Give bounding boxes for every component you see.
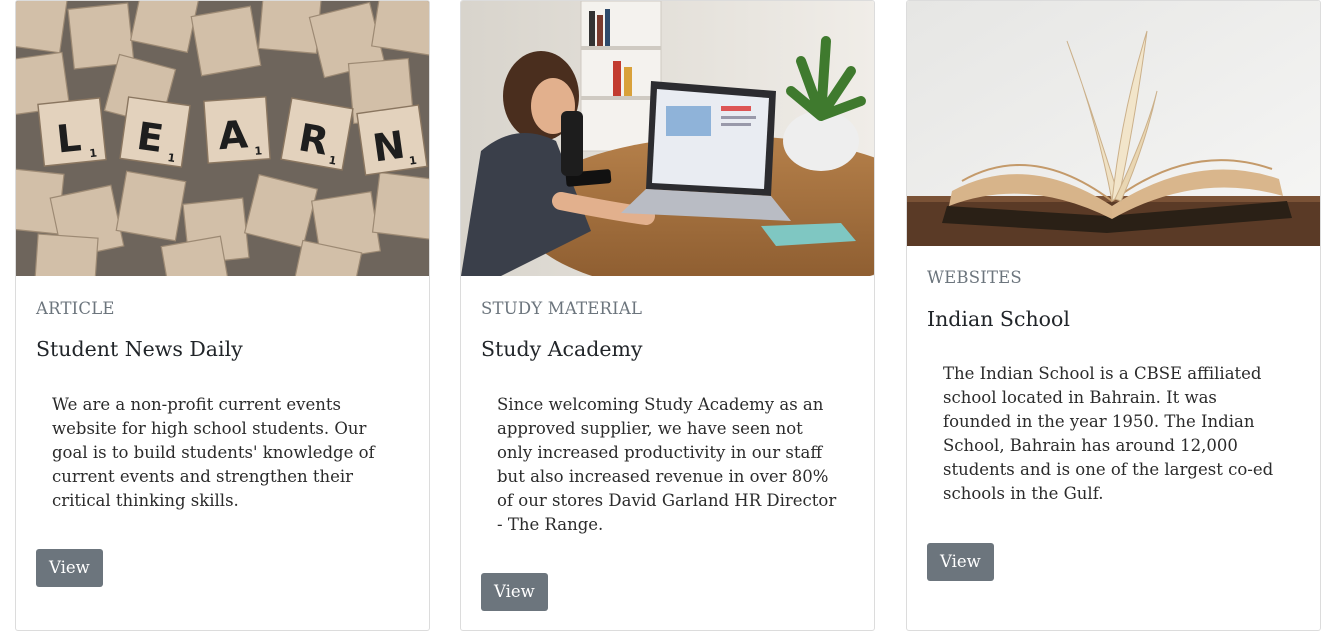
tile-letter: N: [370, 123, 408, 171]
card-description: We are a non-profit current events websi…: [52, 395, 375, 510]
view-button[interactable]: View: [927, 543, 994, 581]
open-book-image: [907, 1, 1320, 246]
card-category: STUDY MATERIAL: [481, 299, 643, 318]
card-title: Student News Daily: [36, 337, 243, 361]
view-button[interactable]: View: [481, 573, 548, 611]
card-description: Since welcoming Study Academy as an appr…: [497, 395, 837, 534]
card-category: WEBSITES: [927, 268, 1022, 287]
tile-letter: A: [217, 112, 250, 158]
card-description: The Indian School is a CBSE affiliated s…: [943, 364, 1274, 503]
view-button[interactable]: View: [36, 549, 103, 587]
card-title: Study Academy: [481, 337, 643, 361]
learn-scrabble-tiles-image: L E A R N 1 1 1 1 1: [16, 1, 429, 276]
card-student-news-daily: L E A R N 1 1 1 1 1 ARTICLE Student News…: [15, 0, 430, 631]
card-category: ARTICLE: [36, 299, 115, 318]
card-indian-school: WEBSITES Indian School The Indian School…: [906, 0, 1321, 631]
svg-text:1: 1: [89, 147, 98, 161]
card-study-academy: STUDY MATERIAL Study Academy Since welco…: [460, 0, 875, 631]
card-title: Indian School: [927, 307, 1070, 331]
tile-letter: L: [54, 115, 83, 161]
svg-text:1: 1: [254, 144, 263, 158]
student-laptop-image: [461, 1, 874, 276]
